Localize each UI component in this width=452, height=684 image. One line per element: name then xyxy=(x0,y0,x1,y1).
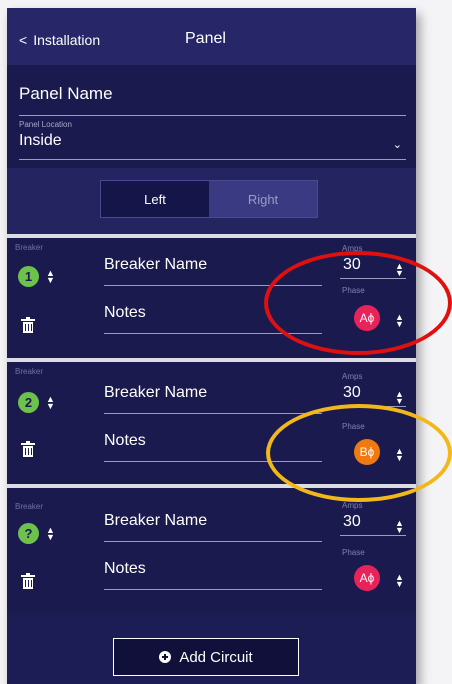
phase-badge[interactable]: Aϕ xyxy=(354,565,380,591)
breaker-number-badge: 2 xyxy=(18,392,39,413)
notes-underline xyxy=(104,589,322,590)
back-button[interactable]: < Installation xyxy=(19,32,100,48)
breaker-number-badge: 1 xyxy=(18,266,39,287)
notes-input[interactable]: Notes xyxy=(104,560,322,590)
breaker-name-placeholder: Breaker Name xyxy=(104,256,208,273)
trash-icon[interactable] xyxy=(21,317,37,336)
chevron-down-icon: ⌄ xyxy=(392,139,402,151)
breaker-row: Breaker ? ▲ ▼ Breaker Name Notes Amps 30 … xyxy=(7,488,416,608)
amps-underline xyxy=(340,406,406,407)
notes-placeholder: Notes xyxy=(104,304,146,321)
side-toggle: Left Right xyxy=(100,180,318,218)
breaker-stepper-icon[interactable]: ▲ ▼ xyxy=(46,395,55,411)
breaker-label: Breaker xyxy=(15,502,44,511)
breaker-stepper-icon[interactable]: ▲ ▼ xyxy=(46,269,55,285)
add-circuit-label: Add Circuit xyxy=(179,648,253,666)
breaker-name-underline xyxy=(104,413,322,414)
panel-name-underline xyxy=(19,115,406,116)
trash-icon[interactable] xyxy=(21,441,37,460)
page-title: Panel xyxy=(185,30,226,47)
amps-label: Amps xyxy=(342,501,363,510)
breaker-name-placeholder: Breaker Name xyxy=(104,512,208,529)
add-circuit-button[interactable]: Add Circuit xyxy=(113,638,299,676)
panel-name-field[interactable]: Panel Name xyxy=(19,84,406,116)
amps-stepper-icon[interactable]: ▲ ▼ xyxy=(395,262,404,278)
amps-value[interactable]: 30 xyxy=(343,513,361,531)
toggle-left[interactable]: Left xyxy=(101,181,209,217)
breaker-label: Breaker xyxy=(15,367,44,376)
breaker-label: Breaker xyxy=(15,243,44,252)
toggle-right[interactable]: Right xyxy=(209,181,317,217)
phase-badge[interactable]: Bϕ xyxy=(354,439,380,465)
amps-stepper-icon[interactable]: ▲ ▼ xyxy=(395,519,404,535)
phase-label: Phase xyxy=(342,422,365,431)
amps-value[interactable]: 30 xyxy=(343,384,361,402)
breaker-name-underline xyxy=(104,541,322,542)
notes-input[interactable]: Notes xyxy=(104,432,322,462)
breaker-row: Breaker 1 ▲ ▼ Breaker Name Notes Amps 30 … xyxy=(7,238,416,358)
breaker-row: Breaker 2 ▲ ▼ Breaker Name Notes Amps 30 … xyxy=(7,362,416,482)
breaker-name-underline xyxy=(104,285,322,286)
breaker-stepper-icon[interactable]: ▲ ▼ xyxy=(46,526,55,542)
trash-icon[interactable] xyxy=(21,573,37,592)
top-bar: < Installation Panel xyxy=(7,8,416,65)
breaker-name-placeholder: Breaker Name xyxy=(104,384,208,401)
breaker-name-input[interactable]: Breaker Name xyxy=(104,384,322,414)
phone-screen: < Installation Panel Panel Name Panel Loc… xyxy=(7,8,416,684)
phase-label: Phase xyxy=(342,286,365,295)
panel-name-placeholder: Panel Name xyxy=(19,84,113,103)
amps-underline xyxy=(340,278,406,279)
back-label: Installation xyxy=(33,32,101,48)
phase-stepper-icon[interactable]: ▲ ▼ xyxy=(395,313,404,329)
amps-value[interactable]: 30 xyxy=(343,256,361,274)
phase-stepper-icon[interactable]: ▲ ▼ xyxy=(395,447,404,463)
amps-stepper-icon[interactable]: ▲ ▼ xyxy=(395,390,404,406)
panel-location-underline xyxy=(19,159,406,160)
notes-placeholder: Notes xyxy=(104,432,146,449)
amps-label: Amps xyxy=(342,372,363,381)
breaker-name-input[interactable]: Breaker Name xyxy=(104,512,322,542)
panel-location-value: Inside xyxy=(19,132,62,149)
amps-label: Amps xyxy=(342,244,363,253)
chevron-left-icon: < xyxy=(19,32,28,48)
amps-underline xyxy=(340,535,406,536)
panel-location-select[interactable]: Panel Location Inside ⌄ xyxy=(19,120,406,160)
breaker-name-input[interactable]: Breaker Name xyxy=(104,256,322,286)
notes-underline xyxy=(104,333,322,334)
breaker-number-badge: ? xyxy=(18,523,39,544)
panel-location-label: Panel Location xyxy=(19,120,72,129)
notes-input[interactable]: Notes xyxy=(104,304,322,334)
notes-placeholder: Notes xyxy=(104,560,146,577)
phase-label: Phase xyxy=(342,548,365,557)
plus-circle-icon xyxy=(159,651,172,663)
notes-underline xyxy=(104,461,322,462)
phase-stepper-icon[interactable]: ▲ ▼ xyxy=(395,573,404,589)
phase-badge[interactable]: Aϕ xyxy=(354,305,380,331)
